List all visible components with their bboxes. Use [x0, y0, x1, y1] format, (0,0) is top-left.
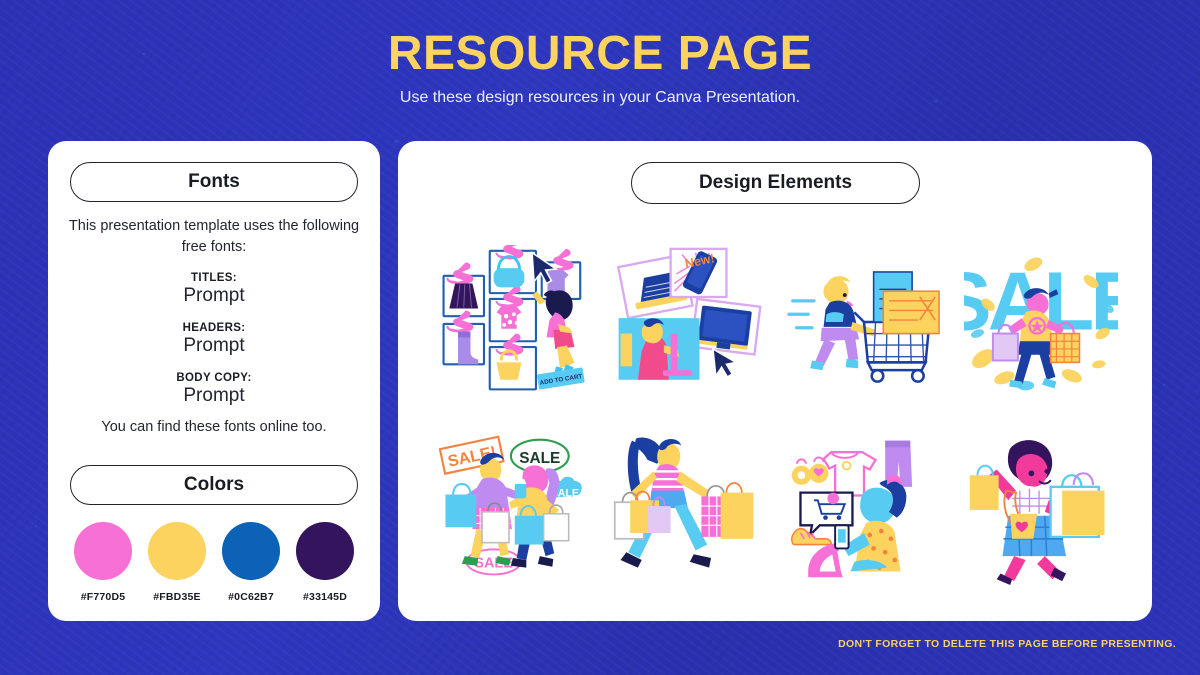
- fonts-heading-label: Fonts: [188, 171, 240, 192]
- motion-lines: [787, 299, 816, 330]
- font-row-headers: HEADERS: Prompt: [66, 322, 362, 357]
- illustration-6[interactable]: [598, 415, 776, 601]
- color-swatch-list: #F770D5 #FBD35E #0C62B7 #33145D: [70, 522, 358, 603]
- font-row-body-copy: BODY COPY: Prompt: [66, 372, 362, 407]
- shopper-figure: [531, 290, 575, 375]
- font-list: TITLES: Prompt HEADERS: Prompt BODY COPY…: [66, 272, 362, 422]
- swatch-dot-blue: [222, 522, 280, 580]
- person-at-desk-panel: [618, 318, 700, 380]
- cursor-icon: [712, 347, 739, 379]
- design-elements-card: Design Elements ADD TO CART New! SALE! S…: [398, 141, 1152, 621]
- svg-text:SALE: SALE: [519, 450, 560, 467]
- left-shopping-bags: [614, 490, 671, 540]
- color-swatch-2: #FBD35E: [144, 522, 210, 603]
- colors-heading-label: Colors: [183, 474, 245, 495]
- illustration-7[interactable]: [775, 415, 953, 601]
- swatch-hex-2: #FBD35E: [153, 591, 201, 603]
- tshirt-item: [821, 451, 877, 497]
- footer-warning-note: DON'T FORGET TO DELETE THIS PAGE BEFORE …: [838, 638, 1176, 650]
- smartphone-item: [833, 524, 850, 550]
- illustration-4[interactable]: SALE: [953, 229, 1131, 415]
- swatch-dot-dark-purple: [296, 522, 354, 580]
- swatch-hex-1: #F770D5: [80, 591, 126, 603]
- font-label-body-copy: BODY COPY:: [176, 372, 252, 384]
- font-label-titles: TITLES:: [191, 272, 237, 284]
- color-swatch-4: #33145D: [292, 522, 358, 603]
- illustration-2[interactable]: New!: [598, 229, 776, 415]
- illustration-8[interactable]: [953, 415, 1131, 601]
- color-swatch-1: #F770D5: [70, 522, 136, 603]
- swatch-hex-3: #0C62B7: [228, 591, 274, 603]
- illustration-3[interactable]: [775, 229, 953, 415]
- font-value-body-copy: Prompt: [183, 385, 245, 406]
- illustration-5[interactable]: SALE! SALE SALE SALE: [420, 415, 598, 601]
- slide-header: RESOURCE PAGE Use these design resources…: [0, 0, 1200, 107]
- page-subtitle: Use these design resources in your Canva…: [399, 89, 801, 107]
- font-label-headers: HEADERS:: [182, 322, 246, 334]
- illustration-1[interactable]: ADD TO CART: [420, 229, 598, 415]
- swatch-hex-4: #33145D: [302, 591, 348, 603]
- phone-card: New!: [669, 247, 728, 299]
- illustration-grid: ADD TO CART New! SALE! SALE SALE SALE: [420, 229, 1130, 601]
- colors-section-heading: Colors: [70, 465, 358, 505]
- swatch-dot-yellow: [148, 522, 206, 580]
- fonts-and-colors-card: Fonts This presentation template uses th…: [48, 141, 380, 621]
- right-shopping-bags: [701, 482, 754, 539]
- color-swatch-3: #0C62B7: [218, 522, 284, 603]
- fonts-section-heading: Fonts: [70, 162, 358, 202]
- fonts-intro-text: This presentation template uses the foll…: [68, 218, 360, 256]
- cart-boxes: [872, 271, 940, 335]
- page-title: RESOURCE PAGE: [387, 27, 813, 80]
- fonts-outro-text: You can find these fonts online too.: [101, 419, 327, 435]
- earrings-item: [791, 456, 829, 485]
- design-elements-heading-label: Design Elements: [698, 172, 853, 193]
- font-row-titles: TITLES: Prompt: [66, 272, 362, 307]
- design-elements-heading: Design Elements: [631, 162, 920, 204]
- right-shopping-bags: [1049, 472, 1105, 539]
- font-value-titles: Prompt: [183, 285, 245, 306]
- font-value-headers: Prompt: [183, 335, 245, 356]
- swatch-dot-pink: [74, 522, 132, 580]
